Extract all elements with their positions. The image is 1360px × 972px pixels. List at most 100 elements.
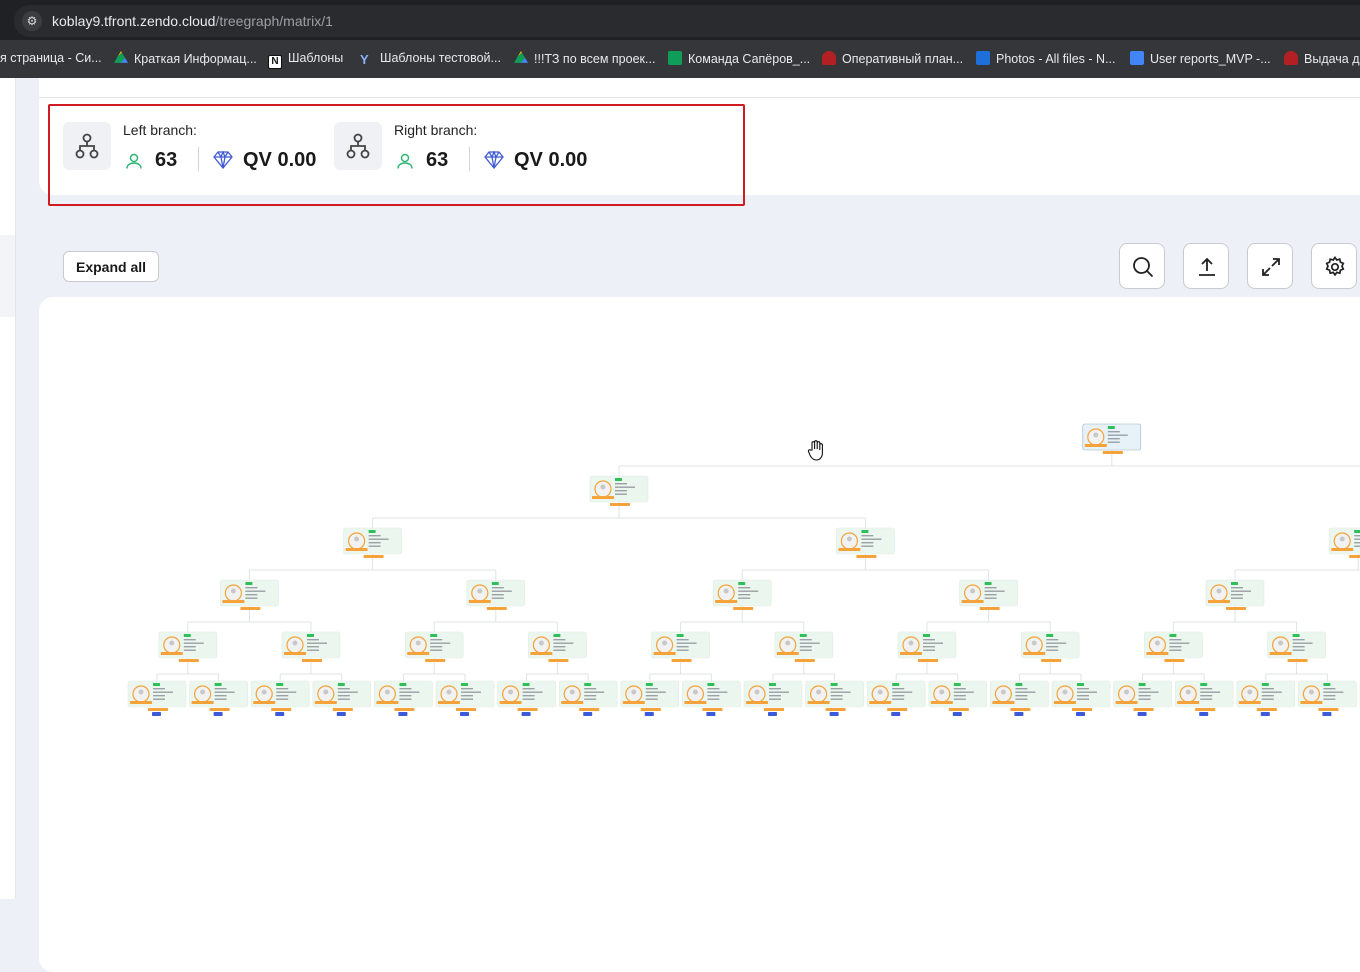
node-info-line xyxy=(214,688,227,690)
new-badge xyxy=(584,683,592,686)
volume-tag xyxy=(1102,451,1123,454)
tree-node[interactable] xyxy=(374,680,433,716)
tree-node[interactable] xyxy=(343,527,402,558)
avatar-head xyxy=(323,689,329,695)
new-badge xyxy=(1077,683,1084,686)
volume-tag xyxy=(948,708,969,711)
rank-tag xyxy=(961,600,984,603)
avatar-head xyxy=(1154,640,1160,646)
new-badge xyxy=(245,582,253,585)
new-badge xyxy=(1169,634,1177,637)
tree-node[interactable] xyxy=(312,680,372,716)
avatar-head xyxy=(1031,640,1037,646)
tree-node[interactable] xyxy=(1113,680,1172,716)
rank-tag xyxy=(684,701,707,704)
tree-node[interactable] xyxy=(774,631,834,662)
node-info-line xyxy=(707,698,720,700)
node-info-line xyxy=(183,646,196,648)
tree-node[interactable] xyxy=(158,631,218,662)
tree-node[interactable] xyxy=(220,579,279,610)
tree-node[interactable] xyxy=(404,631,464,662)
node-info-line xyxy=(645,698,658,700)
new-badge xyxy=(553,634,561,637)
leaf-tag xyxy=(1076,712,1085,716)
avatar-head xyxy=(1093,432,1099,438)
tree-node[interactable] xyxy=(466,579,526,610)
volume-tag xyxy=(394,708,415,711)
tree-node[interactable] xyxy=(497,680,556,716)
tree-node[interactable] xyxy=(712,579,772,610)
tree-node[interactable] xyxy=(1267,631,1326,662)
tree-node[interactable] xyxy=(897,631,957,662)
new-badge xyxy=(707,683,715,686)
node-info-line xyxy=(1231,594,1243,596)
tree-node[interactable] xyxy=(866,680,926,716)
tree-node[interactable] xyxy=(990,680,1049,716)
tree-node[interactable] xyxy=(682,680,741,716)
tree-node[interactable] xyxy=(928,680,988,716)
tree-node[interactable] xyxy=(528,631,587,662)
tree-node[interactable] xyxy=(1082,423,1142,454)
matrix-tree[interactable] xyxy=(0,0,1360,899)
tree-node[interactable] xyxy=(743,680,803,716)
tree-node[interactable] xyxy=(589,475,649,506)
node-info-line xyxy=(307,639,319,641)
node-info-line xyxy=(1015,691,1036,693)
node-info-line xyxy=(923,642,943,644)
node-info-line xyxy=(615,490,627,492)
node-info-line xyxy=(461,691,481,693)
tree-node[interactable] xyxy=(959,579,1018,610)
node-info-line xyxy=(953,688,966,690)
new-badge xyxy=(830,683,838,686)
tree-node[interactable] xyxy=(250,680,310,716)
volume-tag xyxy=(794,659,815,662)
rank-tag xyxy=(314,701,337,704)
tree-node[interactable] xyxy=(1236,680,1296,716)
node-info-line xyxy=(1323,688,1336,690)
tree-node[interactable] xyxy=(558,680,618,716)
new-badge xyxy=(738,582,746,585)
tree-node[interactable] xyxy=(435,680,495,716)
tree-node[interactable] xyxy=(620,680,680,716)
rank-tag xyxy=(1331,548,1354,551)
volume-tag xyxy=(733,607,754,610)
volume-tag xyxy=(979,607,1000,610)
tree-node[interactable] xyxy=(651,631,710,662)
tree-node[interactable] xyxy=(1205,579,1265,610)
tree-node[interactable] xyxy=(1328,527,1360,558)
node-info-line xyxy=(738,587,751,589)
node-info-line xyxy=(276,695,289,697)
tree-node[interactable] xyxy=(1144,631,1203,662)
rank-tag xyxy=(130,701,152,704)
node-info-line xyxy=(861,545,874,547)
tree-node[interactable] xyxy=(1020,631,1080,662)
node-info-line xyxy=(1107,431,1120,433)
avatar-head xyxy=(354,536,360,542)
node-info-line xyxy=(1107,438,1120,440)
node-info-line xyxy=(245,590,266,592)
tree-node[interactable] xyxy=(1174,680,1234,716)
volume-tag xyxy=(548,659,569,662)
rank-tag xyxy=(438,701,460,704)
node-info-line xyxy=(707,695,720,697)
rank-tag xyxy=(1084,444,1107,447)
tree-node[interactable] xyxy=(805,680,864,716)
volume-tag xyxy=(1318,708,1339,711)
avatar-head xyxy=(1308,689,1314,695)
node-info-line xyxy=(522,691,543,693)
tree-node[interactable] xyxy=(1298,680,1357,716)
new-badge xyxy=(153,683,160,686)
tree-node[interactable] xyxy=(189,680,248,716)
tree-node[interactable] xyxy=(127,680,187,716)
tree-node[interactable] xyxy=(281,631,341,662)
node-info-line xyxy=(337,688,350,690)
node-info-line xyxy=(1107,434,1128,436)
node-info-line xyxy=(553,642,574,644)
node-info-line xyxy=(337,695,350,697)
tree-node[interactable] xyxy=(836,527,895,558)
avatar-head xyxy=(538,640,544,646)
node-info-line xyxy=(461,695,473,697)
node-info-line xyxy=(430,649,443,651)
new-badge xyxy=(1015,683,1023,686)
tree-node[interactable] xyxy=(1051,680,1111,716)
